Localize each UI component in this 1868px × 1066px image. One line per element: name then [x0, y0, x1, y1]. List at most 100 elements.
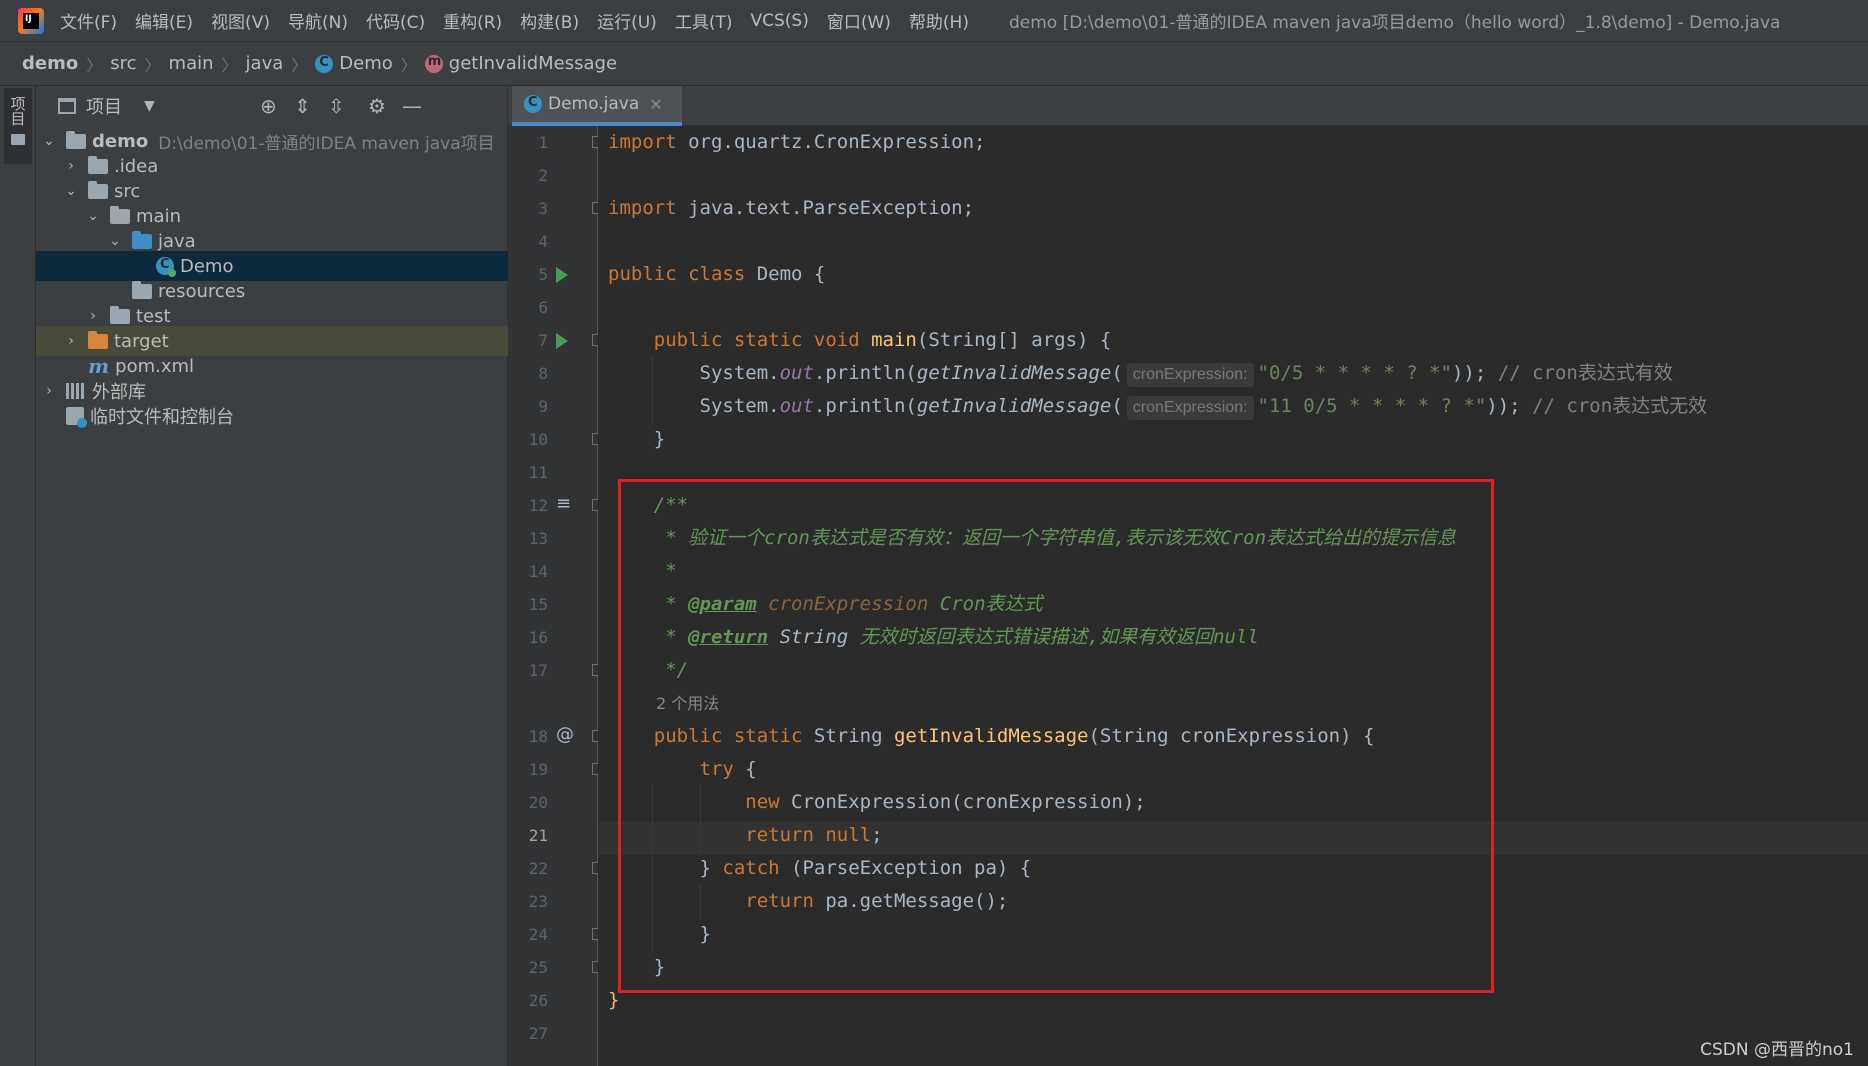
code-line-21: return null;	[608, 824, 883, 846]
breadcrumb-project[interactable]: demo	[22, 53, 78, 74]
chevron-down-icon[interactable]: ⌄	[86, 208, 100, 224]
breadcrumb-java[interactable]: java	[246, 53, 284, 74]
project-tool-tab[interactable]: 项目	[4, 88, 32, 164]
line-number: 23	[528, 892, 548, 911]
code-editor[interactable]: import org.quartz.CronExpression; import…	[598, 126, 1868, 1066]
menu-run[interactable]: 运行(U)	[597, 8, 657, 33]
line-number: 20	[528, 793, 548, 812]
menu-tools[interactable]: 工具(T)	[675, 8, 733, 33]
code-line-7: public static void main(String[] args) {	[608, 329, 1112, 351]
chevron-down-icon[interactable]: ⌄	[42, 133, 56, 149]
menu-build[interactable]: 构建(B)	[520, 8, 579, 33]
line-number: 1	[538, 133, 548, 152]
code-line-15: * @param cronExpression Cron表达式	[608, 593, 1043, 615]
menu-vcs[interactable]: VCS(S)	[750, 11, 808, 31]
chevron-right-icon: 〉	[86, 55, 103, 75]
code-line-16: * @return String 无效时返回表达式错误描述,如果有效返回null	[608, 626, 1259, 648]
chevron-down-icon[interactable]: ▼	[144, 98, 155, 114]
breadcrumb-main[interactable]: main	[169, 53, 214, 74]
folder-icon	[11, 134, 25, 145]
doc-lines-icon[interactable]: ≡	[556, 493, 571, 514]
breadcrumb-class[interactable]: Demo	[315, 53, 393, 74]
code-line-14: *	[608, 560, 677, 582]
run-icon[interactable]	[556, 333, 568, 349]
breadcrumb-class-label: Demo	[339, 53, 393, 74]
minimize-icon[interactable]: —	[402, 94, 422, 118]
menu-file[interactable]: 文件(F)	[60, 8, 117, 33]
tool-window-strip: 项目	[0, 86, 36, 1066]
class-icon	[156, 257, 176, 277]
chevron-right-icon[interactable]: ›	[64, 333, 78, 349]
folder-icon	[88, 180, 108, 199]
code-line-25: }	[608, 956, 666, 978]
chevron-right-icon[interactable]: ›	[64, 158, 78, 174]
menu-window[interactable]: 窗口(W)	[827, 8, 891, 33]
line-number: 27	[528, 1024, 548, 1043]
chevron-right-icon: 〉	[400, 55, 417, 75]
chevron-right-icon[interactable]: ›	[86, 308, 100, 324]
menu-view[interactable]: 视图(V)	[211, 8, 270, 33]
folder-icon	[132, 280, 152, 299]
run-icon[interactable]	[556, 267, 568, 283]
project-tool-tab-label: 项目	[8, 96, 27, 126]
menu-edit[interactable]: 编辑(E)	[135, 8, 193, 33]
line-number: 24	[528, 925, 548, 944]
locate-icon[interactable]: ⊕	[260, 94, 277, 118]
tree-root-label: demo	[92, 130, 149, 152]
menu-help[interactable]: 帮助(H)	[909, 8, 969, 33]
code-line-23: return pa.getMessage();	[608, 890, 1009, 912]
line-number: 12	[528, 496, 548, 515]
line-number: 14	[528, 562, 548, 581]
tree-label: .idea	[114, 155, 159, 177]
tree-label: java	[158, 230, 196, 252]
chevron-right-icon: 〉	[221, 55, 238, 75]
method-icon	[424, 54, 443, 73]
menu-refactor[interactable]: 重构(R)	[443, 8, 502, 33]
project-panel-header: 项目 ▼ ⊕ ⇕ ⇳ ⚙ —	[36, 86, 507, 126]
expand-icon[interactable]: ⇕	[294, 94, 311, 118]
close-icon[interactable]: ✕	[649, 95, 662, 114]
folder-icon	[110, 305, 130, 324]
collapse-icon[interactable]: ⇳	[328, 94, 345, 118]
chevron-right-icon[interactable]: ›	[42, 383, 56, 399]
param-hint: cronExpression:	[1126, 363, 1254, 387]
class-icon	[315, 54, 334, 73]
line-number: 2	[538, 166, 548, 185]
code-line-8: System.out.println(getInvalidMessage(cro…	[608, 357, 1673, 390]
tree-label: pom.xml	[115, 355, 195, 377]
gear-icon[interactable]: ⚙	[368, 94, 386, 118]
at-icon[interactable]: @	[556, 724, 574, 745]
code-line-3: import java.text.ParseException;	[608, 197, 975, 219]
project-panel-title[interactable]: 项目	[86, 93, 122, 119]
tab-demo-java[interactable]: Demo.java ✕	[512, 86, 682, 126]
editor-tab-bar: Demo.java ✕	[508, 86, 1868, 126]
tab-label: Demo.java	[548, 94, 640, 114]
menu-bar: IJ 文件(F) 编辑(E) 视图(V) 导航(N) 代码(C) 重构(R) 构…	[0, 0, 1868, 42]
maven-icon: m	[88, 354, 110, 378]
menu-navigate[interactable]: 导航(N)	[288, 8, 348, 33]
project-view-icon	[58, 98, 76, 114]
line-number: 18	[528, 727, 548, 746]
breadcrumb: demo 〉 src 〉 main 〉 java 〉 Demo 〉 getInv…	[0, 42, 1868, 86]
editor-gutter: 1 2 3 4 5 6 7 8 9 10 11 12 13 14 15 16 1…	[508, 126, 604, 1066]
class-icon	[524, 95, 542, 113]
line-number: 26	[528, 991, 548, 1010]
breadcrumb-method[interactable]: getInvalidMessage	[424, 53, 618, 74]
code-line-24: }	[608, 923, 711, 945]
code-line-20: new CronExpression(cronExpression);	[608, 791, 1146, 813]
menu-code[interactable]: 代码(C)	[366, 8, 425, 33]
code-line-19: try {	[608, 758, 757, 780]
code-line-1: import org.quartz.CronExpression;	[608, 131, 986, 153]
line-number: 9	[538, 397, 548, 416]
code-line-22: } catch (ParseException pa) {	[608, 857, 1032, 879]
usages-hint[interactable]: 2 个用法	[656, 687, 719, 720]
tree-label: Demo	[180, 255, 234, 277]
code-line-13: * 验证一个cron表达式是否有效：返回一个字符串值,表示该无效Cron表达式给…	[608, 527, 1457, 549]
code-line-18: public static String getInvalidMessage(S…	[608, 725, 1375, 747]
tree-item-scratches[interactable]: 临时文件和控制台	[36, 401, 537, 431]
chevron-down-icon[interactable]: ⌄	[64, 183, 78, 199]
breadcrumb-method-label: getInvalidMessage	[448, 53, 618, 74]
chevron-down-icon[interactable]: ⌄	[108, 233, 122, 249]
folder-icon	[66, 130, 86, 149]
breadcrumb-src[interactable]: src	[110, 53, 136, 74]
